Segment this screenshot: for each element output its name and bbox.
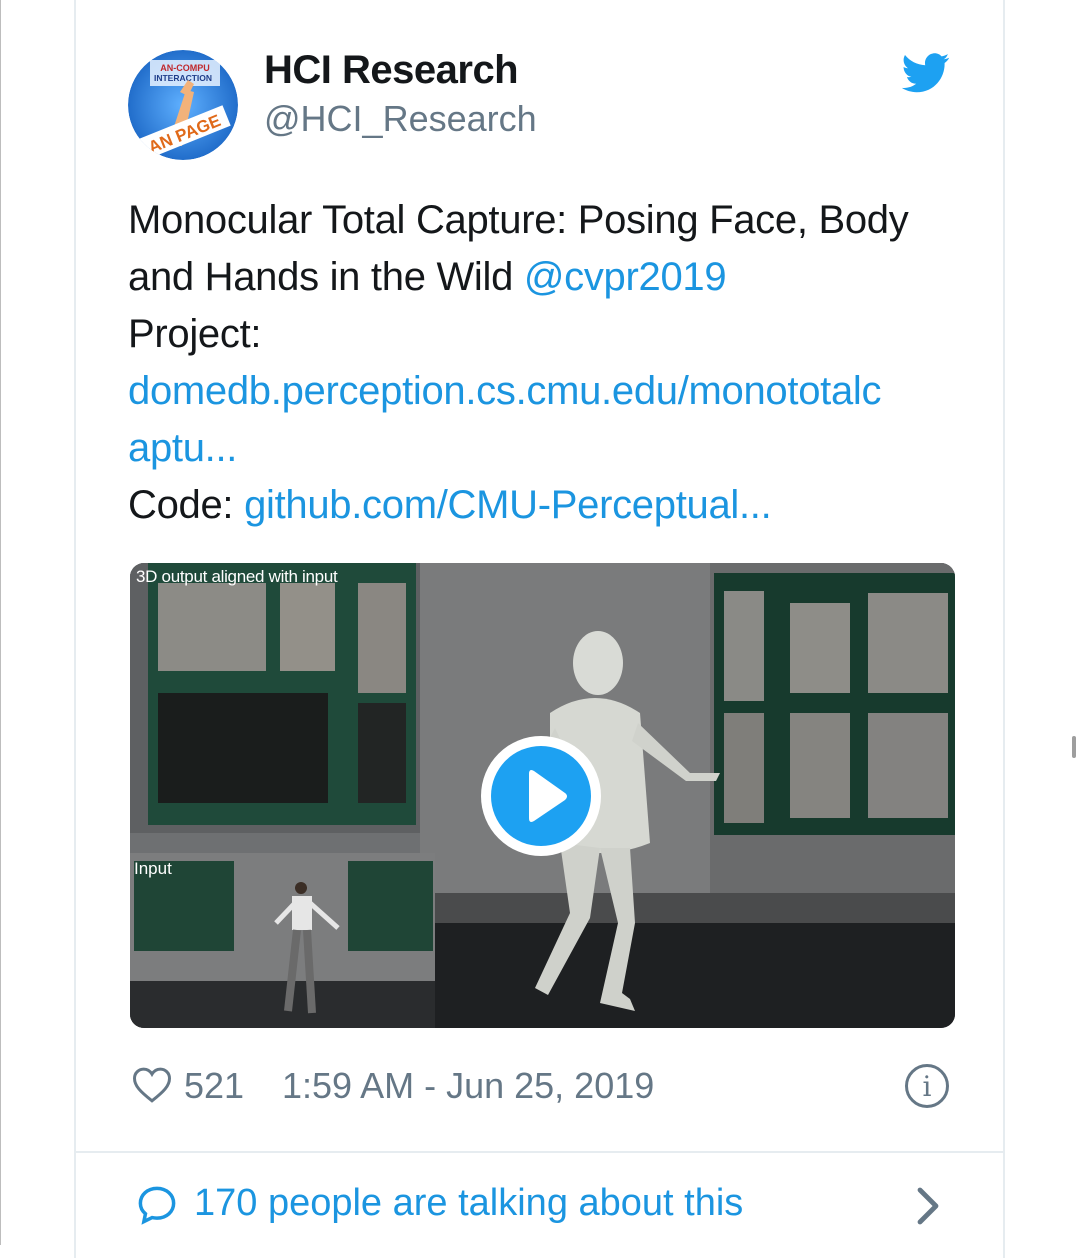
svg-text:INTERACTION: INTERACTION	[154, 73, 212, 83]
svg-text:AN-COMPU: AN-COMPU	[160, 63, 210, 73]
play-button-circle	[491, 746, 591, 846]
play-button[interactable]	[481, 736, 601, 856]
project-label: Project:	[128, 312, 262, 356]
scrollbar-thumb[interactable]	[1072, 736, 1076, 758]
tweet-footer: 521 1:59 AM - Jun 25, 2019 i	[130, 1060, 955, 1116]
footer-divider	[76, 1151, 1005, 1153]
code-label: Code:	[128, 483, 245, 527]
tweet-line-2-text: and Hands in the Wild	[128, 255, 524, 299]
project-link-line-2[interactable]: aptu...	[128, 420, 968, 477]
project-link-line-1[interactable]: domedb.perception.cs.cmu.edu/monototalc	[128, 363, 968, 420]
tweet-line-2: and Hands in the Wild @cvpr2019	[128, 249, 968, 306]
page-edge	[0, 0, 1, 1245]
code-link[interactable]: github.com/CMU-Perceptual...	[244, 483, 772, 527]
author-name[interactable]: HCI Research	[264, 48, 519, 93]
code-line: Code: github.com/CMU-Perceptual...	[128, 477, 968, 534]
info-icon[interactable]: i	[905, 1064, 949, 1108]
video-caption: 3D output aligned with input	[136, 567, 338, 586]
conversation-label: 170 people are talking about this	[194, 1182, 744, 1224]
inset-caption: Input	[134, 859, 172, 878]
author-avatar[interactable]: AN-COMPU INTERACTION AN PAGE	[128, 50, 238, 160]
author-handle[interactable]: @HCI_Research	[264, 98, 537, 140]
video-player[interactable]: 3D output aligned with input Input	[130, 563, 955, 1028]
play-icon	[529, 770, 567, 822]
tweet-text: Monocular Total Capture: Posing Face, Bo…	[128, 192, 968, 534]
tweet-timestamp[interactable]: 1:59 AM - Jun 25, 2019	[282, 1065, 654, 1107]
like-count[interactable]: 521	[184, 1065, 244, 1107]
heart-icon[interactable]	[132, 1066, 172, 1104]
tweet-line-1: Monocular Total Capture: Posing Face, Bo…	[128, 198, 909, 242]
chevron-right-icon	[917, 1187, 939, 1225]
mention-link[interactable]: @cvpr2019	[524, 255, 727, 299]
twitter-bird-icon[interactable]	[902, 52, 950, 94]
conversation-link[interactable]: 170 people are talking about this	[130, 1176, 955, 1236]
speech-bubble-icon	[138, 1186, 176, 1225]
